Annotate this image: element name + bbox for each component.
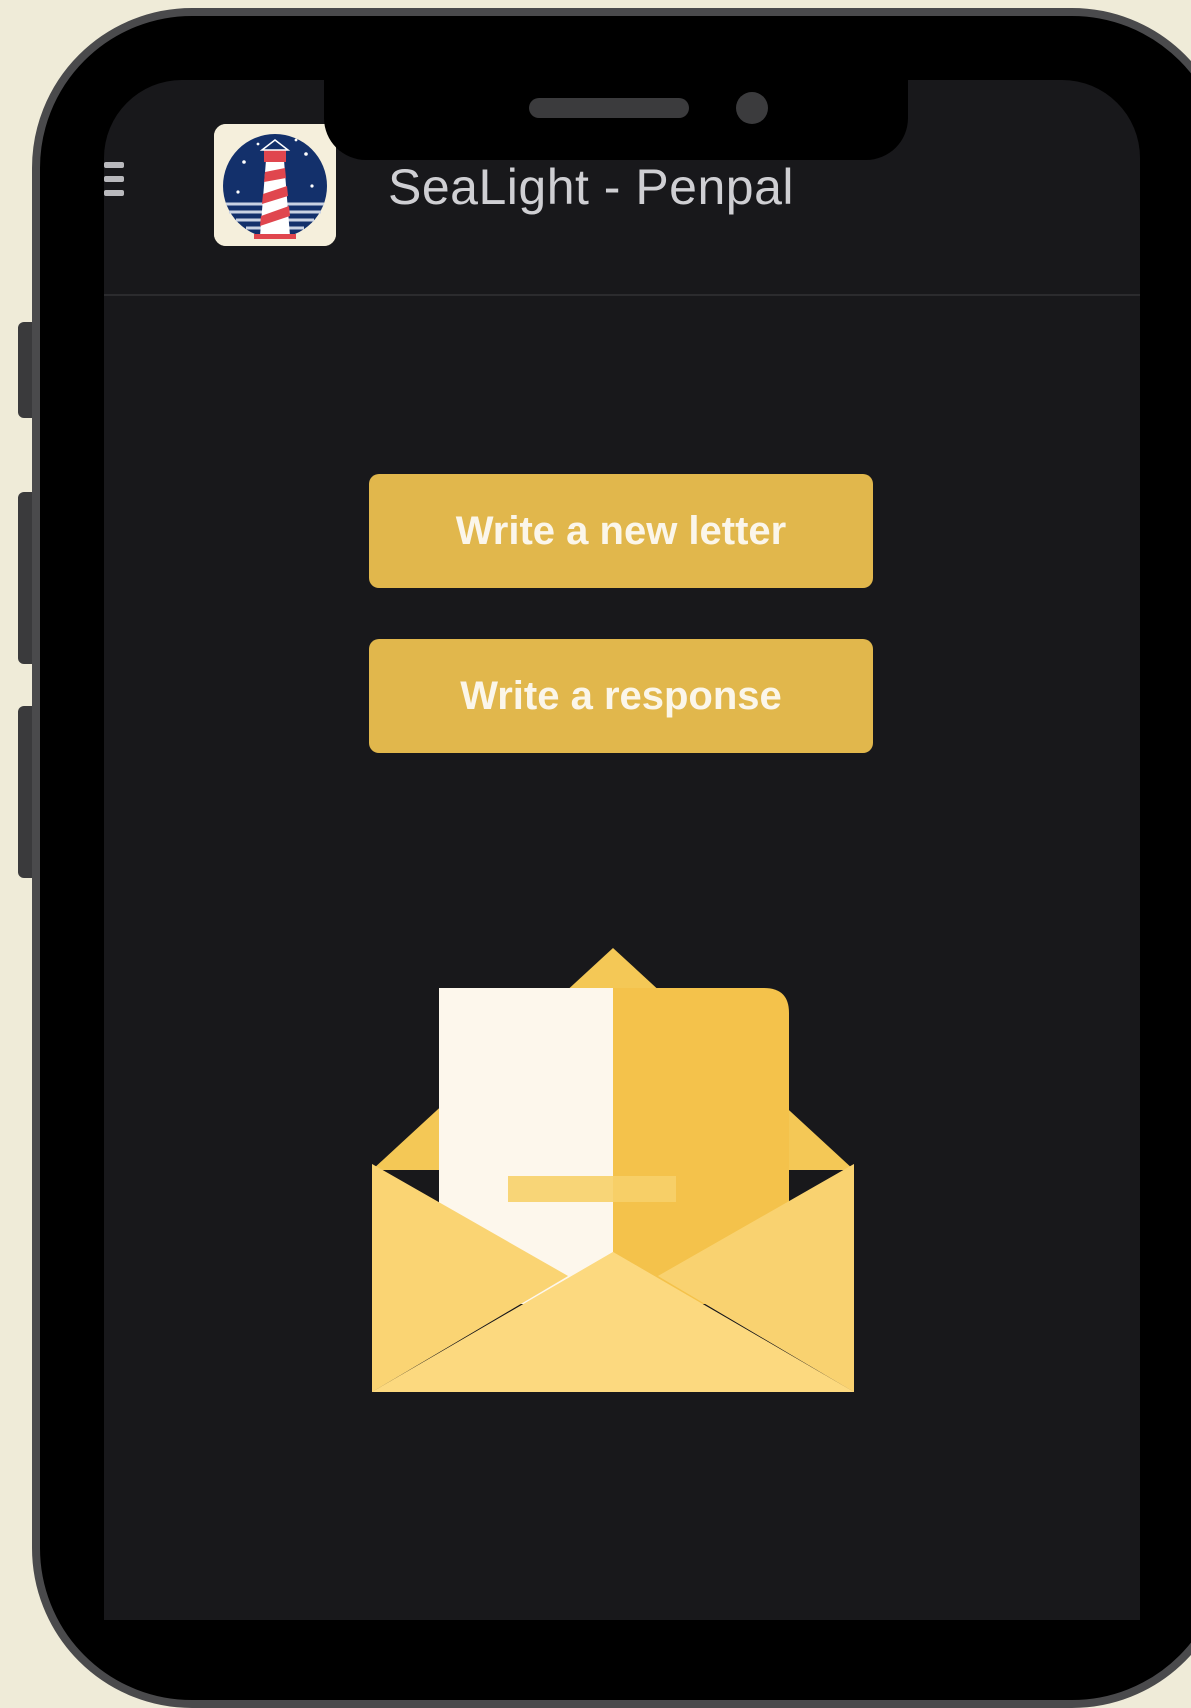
app-title: SeaLight - Penpal bbox=[388, 159, 795, 215]
lighthouse-icon bbox=[214, 124, 336, 246]
open-envelope-icon bbox=[372, 948, 854, 1392]
write-response-button[interactable]: Write a response bbox=[369, 639, 873, 753]
app-logo bbox=[214, 124, 336, 246]
hamburger-menu-icon[interactable] bbox=[104, 162, 124, 208]
app-screen: SeaLight - Penpal Write a new letter Wri… bbox=[104, 80, 1140, 1620]
phone-notch bbox=[324, 80, 908, 160]
write-new-letter-button[interactable]: Write a new letter bbox=[369, 474, 873, 588]
front-camera bbox=[736, 92, 768, 124]
speaker-grille bbox=[529, 98, 689, 118]
